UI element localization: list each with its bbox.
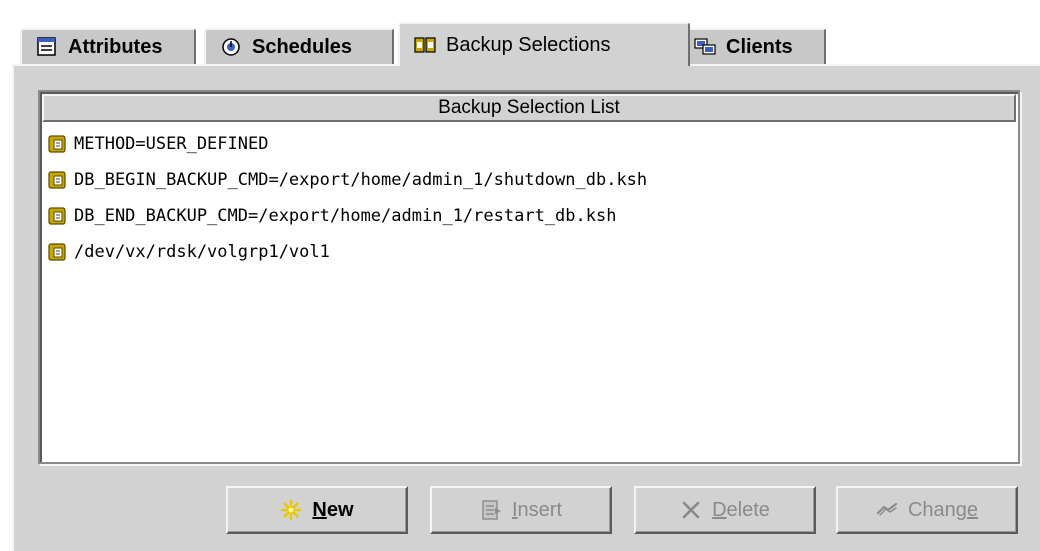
insert-button[interactable]: Insert — [430, 486, 612, 534]
delete-button[interactable]: Delete — [634, 486, 816, 534]
selection-file-icon — [48, 207, 66, 225]
change-icon — [876, 502, 898, 516]
insert-icon — [482, 500, 501, 520]
backup-selections-icon — [414, 35, 436, 55]
new-button-label: New — [312, 498, 354, 521]
delete-button-label: Delete — [712, 498, 770, 521]
list-item[interactable]: METHOD=USER_DEFINED — [48, 126, 1010, 162]
list-header[interactable]: Backup Selection List — [42, 94, 1016, 122]
list-item-text: DB_END_BACKUP_CMD=/export/home/admin_1/r… — [74, 206, 617, 226]
list-item[interactable]: DB_BEGIN_BACKUP_CMD=/export/home/admin_1… — [48, 162, 1010, 198]
list-item[interactable]: /dev/vx/rdsk/volgrp1/vol1 — [48, 234, 1010, 270]
selection-file-icon — [48, 243, 66, 261]
list-item-text: DB_BEGIN_BACKUP_CMD=/export/home/admin_1… — [74, 170, 648, 190]
change-button[interactable]: Change — [836, 486, 1018, 534]
tab-strip: Attributes Schedules Backup Selections C… — [20, 22, 1040, 66]
tab-clients-label: Clients — [726, 35, 793, 58]
new-button[interactable]: New — [226, 486, 408, 534]
sparkle-icon — [281, 499, 302, 521]
list-item-text: METHOD=USER_DEFINED — [74, 134, 269, 154]
list-item[interactable]: DB_END_BACKUP_CMD=/export/home/admin_1/r… — [48, 198, 1010, 234]
schedules-icon — [220, 37, 242, 57]
tab-clients[interactable]: Clients — [678, 28, 826, 64]
policy-window: Attributes Schedules Backup Selections C… — [0, 0, 1040, 551]
tab-schedules-label: Schedules — [252, 35, 353, 58]
backup-selections-panel: Backup Selection List METHOD=USER_DEFINE… — [12, 64, 1040, 551]
list-item-text: /dev/vx/rdsk/volgrp1/vol1 — [74, 242, 330, 262]
selection-file-icon — [48, 171, 66, 189]
tab-attributes[interactable]: Attributes — [20, 28, 196, 64]
tab-backup-selections-label: Backup Selections — [446, 33, 611, 56]
selection-file-icon — [48, 135, 66, 153]
tab-attributes-label: Attributes — [68, 35, 163, 58]
change-button-label: Change — [907, 498, 979, 521]
insert-button-label: Insert — [511, 498, 563, 521]
delete-x-icon — [682, 501, 700, 519]
backup-selection-list[interactable]: Backup Selection List METHOD=USER_DEFINE… — [38, 90, 1020, 464]
tab-backup-selections[interactable]: Backup Selections — [398, 22, 690, 66]
attributes-icon — [36, 37, 58, 57]
tab-schedules[interactable]: Schedules — [204, 28, 394, 64]
clients-icon — [694, 37, 716, 57]
list-items: METHOD=USER_DEFINED DB_BEGIN_BACKUP_CMD=… — [48, 126, 1010, 270]
